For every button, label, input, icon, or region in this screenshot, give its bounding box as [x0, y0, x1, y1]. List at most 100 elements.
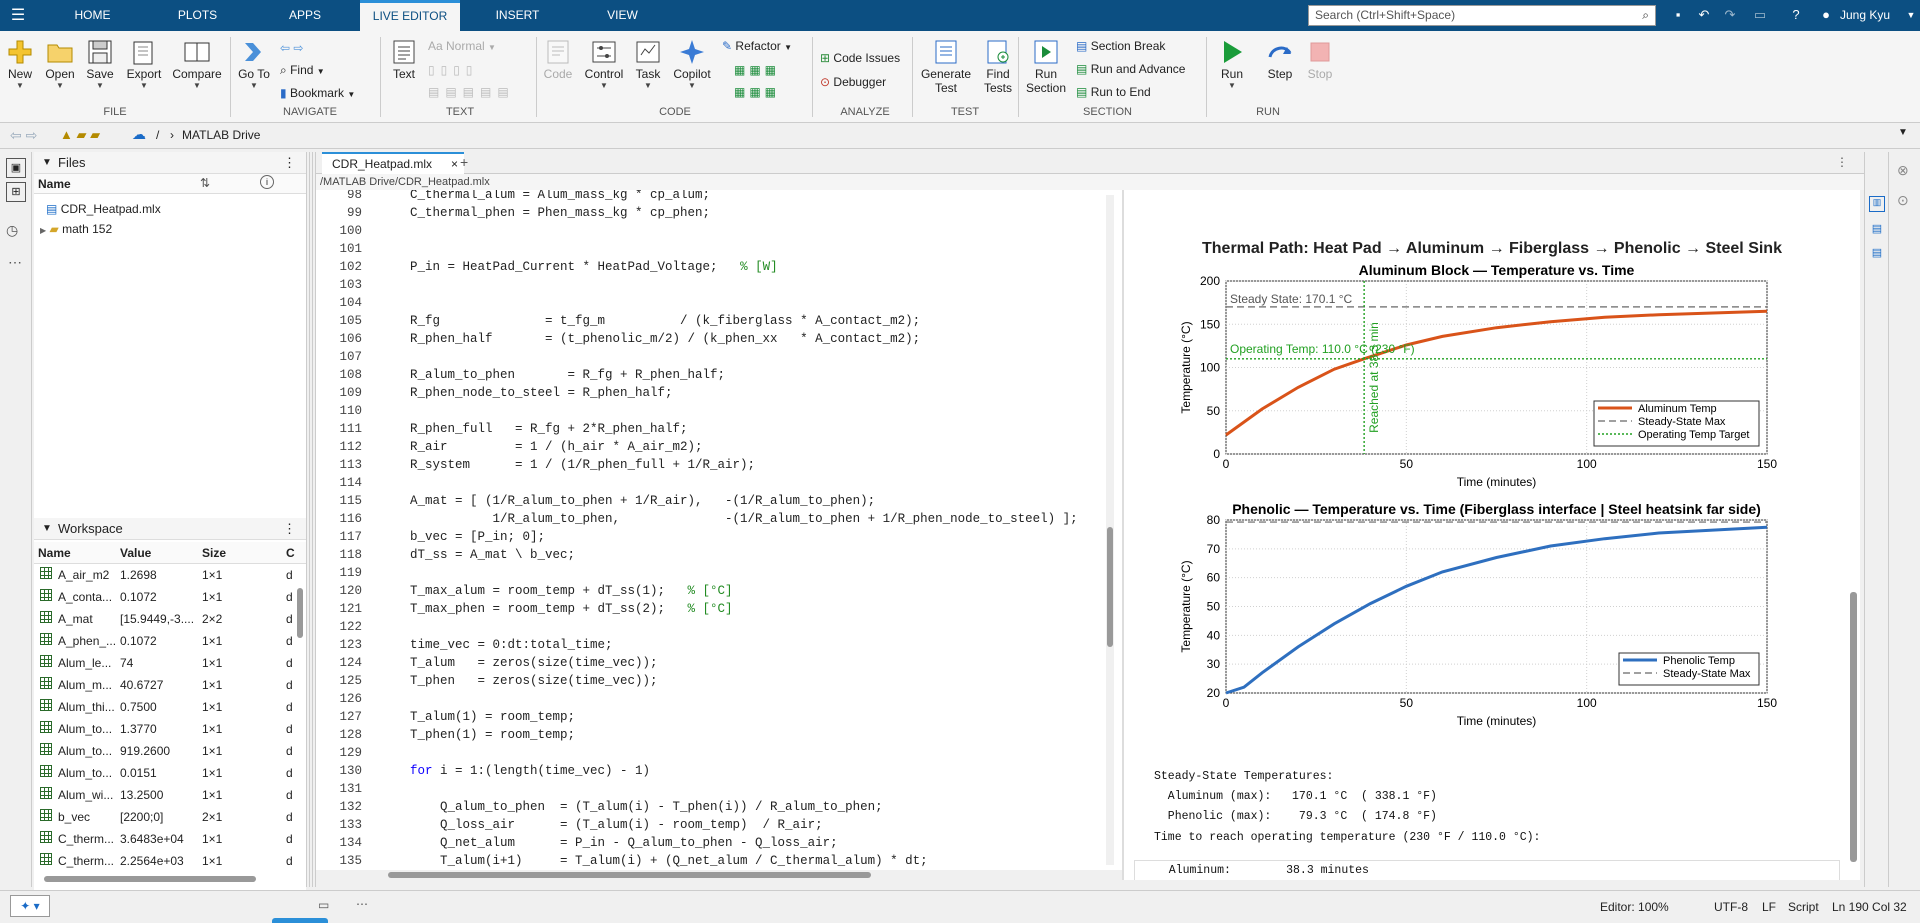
bookmark-button[interactable]: ▮ Bookmark ▼: [280, 84, 355, 102]
code-tools-row1[interactable]: ▦▦▦: [734, 61, 780, 79]
panel-menu-icon[interactable]: ⋮: [283, 152, 296, 174]
table-row[interactable]: Alum_wi... 13.2500 1×1 d: [34, 786, 296, 804]
code-line[interactable]: R_phen_full = R_fg + 2*R_phen_half;: [410, 420, 688, 438]
table-row[interactable]: Alum_thi... 0.7500 1×1 d: [34, 698, 296, 716]
code-line[interactable]: T_phen = zeros(size(time_vec));: [410, 672, 658, 690]
code-line[interactable]: Q_net_alum = P_in - Q_alum_to_phen - Q_l…: [410, 834, 838, 852]
table-row[interactable]: C_therm... 2.2564e+03 1×1 d: [34, 852, 296, 870]
back-forward-icons[interactable]: ⇦ ⇨: [10, 127, 37, 144]
debugger-button[interactable]: ⊙ Debugger: [820, 73, 886, 91]
output-vscrollbar[interactable]: [1850, 592, 1857, 862]
folder-item[interactable]: ▶ ▰ math 152: [40, 222, 112, 236]
step-button[interactable]: Step: [1262, 37, 1298, 81]
tab-apps[interactable]: APPS: [270, 0, 340, 31]
table-row[interactable]: Alum_le... 74 1×1 d: [34, 654, 296, 672]
code-line[interactable]: T_alum(i+1) = T_alum(i) + (Q_net_alum / …: [410, 852, 928, 870]
file-item[interactable]: ▤ CDR_Heatpad.mlx: [46, 202, 161, 216]
tab-insert[interactable]: INSERT: [480, 0, 555, 31]
tab-live-editor[interactable]: LIVE EDITOR: [360, 0, 460, 31]
path-dropdown-icon[interactable]: ▼: [1898, 127, 1908, 138]
status-more-icon[interactable]: ⋯: [356, 897, 368, 911]
table-row[interactable]: A_air_m2 1.2698 1×1 d: [34, 566, 296, 584]
panel-splitter[interactable]: [306, 152, 316, 887]
collapse-icon[interactable]: ▼: [42, 152, 52, 174]
user-name[interactable]: Jung Kyu: [1840, 0, 1890, 31]
code-line[interactable]: Q_loss_air = (T_alum(i) - room_temp) / R…: [410, 816, 823, 834]
folder-up-icons[interactable]: ▲ ▰ ▰: [60, 127, 100, 143]
ws-col-value[interactable]: Value: [120, 546, 151, 560]
chevron-down-icon[interactable]: ▼: [1903, 7, 1919, 23]
info-icon[interactable]: i: [260, 175, 274, 189]
find-button[interactable]: ⌕ Find ▼: [280, 61, 325, 79]
tab-home[interactable]: HOME: [60, 0, 125, 31]
code-line[interactable]: T_max_alum = room_temp + dT_ss(1); % [°C…: [410, 582, 733, 600]
open-button[interactable]: Open ▼: [42, 37, 78, 90]
table-row[interactable]: A_mat [15.9449,-3.... 2×2 d: [34, 610, 296, 628]
workspace-vscrollbar[interactable]: [297, 588, 303, 638]
new-button[interactable]: New ▼: [2, 37, 38, 90]
save-button[interactable]: Save ▼: [82, 37, 118, 90]
help-icon[interactable]: ?: [1788, 7, 1804, 23]
find-tests-button[interactable]: Find Tests: [978, 37, 1018, 95]
tab-view[interactable]: VIEW: [590, 0, 655, 31]
code-analyzer-icon[interactable]: ⊙: [1897, 192, 1909, 209]
code-line[interactable]: T_phen(1) = room_temp;: [410, 726, 575, 744]
collapse-icon[interactable]: ▼: [42, 518, 52, 540]
table-row[interactable]: b_vec [2200;0] 2×1 d: [34, 808, 296, 826]
run-section-button[interactable]: Run Section: [1024, 37, 1068, 95]
editor-menu-icon[interactable]: ⋮: [1836, 155, 1848, 169]
ws-col-name[interactable]: Name: [38, 546, 71, 560]
table-row[interactable]: C_therm... 3.6483e+04 1×1 d: [34, 830, 296, 848]
export-button[interactable]: Export ▼: [122, 37, 166, 90]
search-input[interactable]: Search (Ctrl+Shift+Space) ⌕: [1308, 5, 1656, 26]
path-folder[interactable]: MATLAB Drive: [182, 128, 260, 142]
copilot-button[interactable]: Copilot ▼: [670, 37, 714, 90]
code-line[interactable]: C_thermal_alum = Alum_mass_kg * cp_alum;: [410, 190, 710, 204]
code-line[interactable]: time_vec = 0:dt:total_time;: [410, 636, 613, 654]
run-and-advance-button[interactable]: ▤ Run and Advance: [1076, 60, 1185, 78]
code-line[interactable]: R_phen_half = (t_phenolic_m/2) / (k_phen…: [410, 330, 920, 348]
table-row[interactable]: Alum_to... 919.2600 1×1 d: [34, 742, 296, 760]
workspace-panel-icon[interactable]: ⊞: [6, 182, 26, 202]
menu-icon[interactable]: ☰: [4, 0, 32, 31]
compare-button[interactable]: Compare ▼: [170, 37, 224, 90]
table-row[interactable]: Alum_to... 1.3770 1×1 d: [34, 720, 296, 738]
code-line[interactable]: T_alum(1) = room_temp;: [410, 708, 575, 726]
generate-test-button[interactable]: Generate Test: [918, 37, 974, 95]
code-button[interactable]: Code: [540, 37, 576, 81]
control-button[interactable]: Control ▼: [582, 37, 626, 90]
output-hide-icon[interactable]: ▤: [1869, 246, 1885, 262]
code-line[interactable]: P_in = HeatPad_Current * HeatPad_Voltage…: [410, 258, 778, 276]
new-tab-icon[interactable]: +: [460, 154, 468, 170]
table-row[interactable]: A_phen_... 0.1072 1×1 d: [34, 632, 296, 650]
code-line[interactable]: for i = 1:(length(time_vec) - 1): [410, 762, 650, 780]
back-forward-buttons[interactable]: ⇦ ⇨: [280, 39, 303, 57]
code-issues-button[interactable]: ⊞ Code Issues: [820, 49, 900, 67]
code-vscrollbar[interactable]: [1107, 527, 1113, 647]
goto-button[interactable]: Go To ▼: [234, 37, 274, 90]
tab-plots[interactable]: PLOTS: [160, 0, 235, 31]
run-button[interactable]: Run ▼: [1214, 37, 1250, 90]
table-row[interactable]: Alum_to... 0.0151 1×1 d: [34, 764, 296, 782]
ws-col-class[interactable]: C: [286, 546, 295, 560]
code-line[interactable]: C_thermal_phen = Phen_mass_kg * cp_phen;: [410, 204, 710, 222]
sort-icon[interactable]: ⇅: [200, 176, 210, 190]
code-line[interactable]: A_mat = [ (1/R_alum_to_phen + 1/R_air), …: [410, 492, 875, 510]
path-root[interactable]: /: [156, 128, 159, 142]
table-row[interactable]: Alum_m... 40.6727 1×1 d: [34, 676, 296, 694]
code-tools-row2[interactable]: ▦▦▦: [734, 83, 780, 101]
code-line[interactable]: 1/R_alum_to_phen, -(1/R_alum_to_phen + 1…: [410, 510, 1078, 528]
redo-icon[interactable]: ↷: [1722, 7, 1738, 23]
undo-icon[interactable]: ↶: [1696, 7, 1712, 23]
copilot-status-icon[interactable]: ✦ ▾: [10, 895, 50, 917]
section-break-button[interactable]: ▤ Section Break: [1076, 37, 1165, 55]
code-line[interactable]: dT_ss = A_mat \ b_vec;: [410, 546, 575, 564]
panel-menu-icon[interactable]: ⋮: [283, 518, 296, 540]
output-inline-icon[interactable]: ▤: [1869, 222, 1885, 238]
code-line[interactable]: T_alum = zeros(size(time_vec));: [410, 654, 658, 672]
run-to-end-button[interactable]: ▤ Run to End: [1076, 83, 1151, 101]
text-button[interactable]: Text: [386, 37, 422, 81]
code-line[interactable]: R_fg = t_fg_m / (k_fiberglass * A_contac…: [410, 312, 920, 330]
code-line[interactable]: T_max_phen = room_temp + dT_ss(2); % [°C…: [410, 600, 733, 618]
editor-tab[interactable]: CDR_Heatpad.mlx ×: [322, 152, 464, 174]
